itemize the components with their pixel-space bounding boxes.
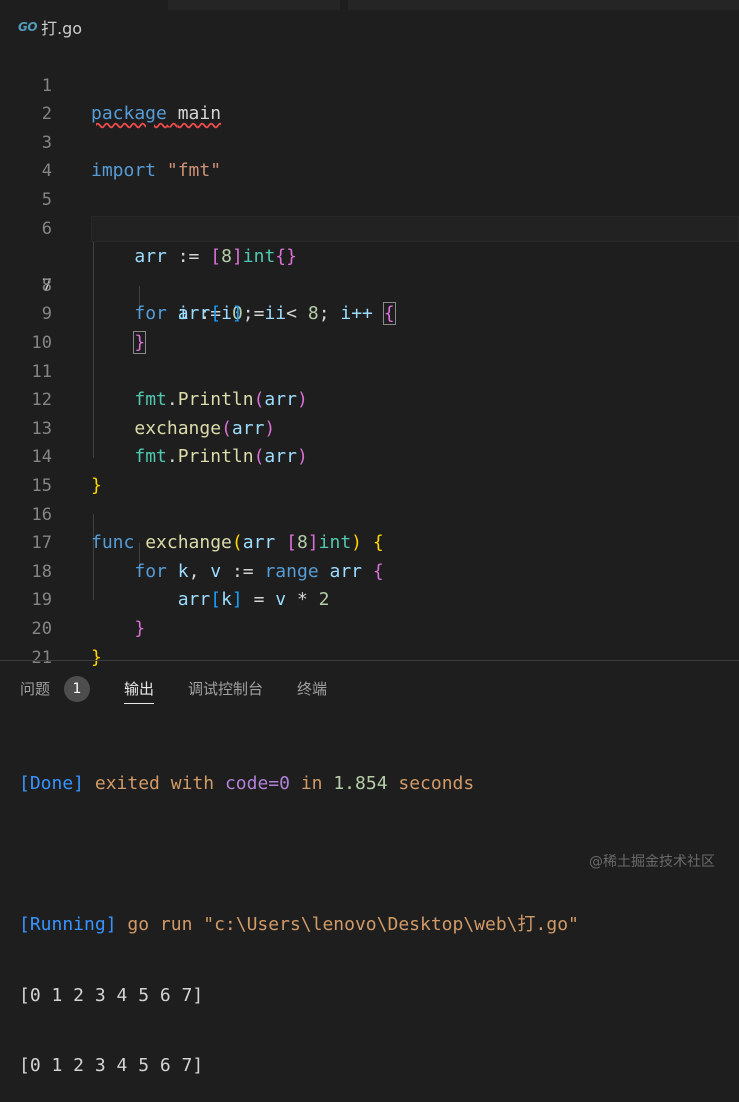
- code-editor[interactable]: 1 package main 2 3 import "fmt" 4 5 func…: [0, 43, 739, 668]
- output-text: exited with: [94, 773, 215, 794]
- output-line: [Done] exited with code=0 in 1.854 secon…: [19, 770, 579, 799]
- output-text: seconds: [398, 773, 475, 794]
- code-line: 11 fmt.Println(arr): [0, 329, 739, 411]
- code-line: 15: [0, 443, 739, 496]
- tab-label: 调试控制台: [188, 680, 264, 698]
- tab-label: 终端: [297, 680, 328, 698]
- output-line-blank: [19, 841, 579, 870]
- code-line: 20 }: [0, 586, 739, 668]
- done-tag: [Done]: [19, 773, 85, 794]
- tab-strip-segment: [348, 0, 739, 10]
- run-command: go run "c:\Users\lenovo\Desktop\web\打.go…: [127, 914, 579, 935]
- tab-problems[interactable]: 问题 1: [20, 661, 91, 716]
- tab-output[interactable]: 输出: [124, 661, 155, 716]
- code-line: 9 }: [0, 272, 739, 354]
- breadcrumb[interactable]: GO 打.go: [18, 14, 82, 40]
- tab-debug-console[interactable]: 调试控制台: [188, 661, 263, 716]
- code-line: 3 import "fmt": [0, 100, 739, 182]
- code-line: 16 func exchange(arr [8]int) {: [0, 472, 739, 554]
- code-line: 10: [0, 300, 739, 353]
- problems-count-badge: 1: [64, 675, 91, 702]
- tab-terminal[interactable]: 终端: [297, 661, 327, 716]
- elapsed-seconds: 1.854: [333, 773, 388, 794]
- output-panel[interactable]: [Done] exited with code=0 in 1.854 secon…: [19, 728, 579, 1102]
- output-text: in: [300, 773, 323, 794]
- code-line: 17 for k, v := range arr {: [0, 501, 739, 582]
- code-line: 18 arr[k] = v * 2: [0, 529, 739, 611]
- code-line: 6 arr := [8]int{}: [0, 186, 739, 268]
- code-line: 13 fmt.Println(arr): [0, 386, 739, 468]
- code-line: 21: [0, 615, 739, 668]
- exit-code: code=0: [224, 773, 290, 794]
- current-line-highlight: [91, 215, 739, 243]
- editor-tab-strip: [0, 0, 739, 10]
- watermark: @稀土掘金技术社区: [589, 854, 715, 870]
- code-line: 8 arr[i] = i: [0, 243, 739, 325]
- tab-label: 输出: [124, 680, 155, 698]
- output-line: [0 1 2 3 4 5 6 7]: [19, 1055, 204, 1076]
- code-line: 1 package main: [0, 43, 739, 125]
- panel-tabs: 问题 1 输出 调试控制台 终端: [0, 661, 739, 716]
- go-file-icon: GO: [18, 20, 38, 34]
- code-line: 5 func main() {: [0, 157, 739, 239]
- code-line: 12 exchange(arr): [0, 358, 739, 439]
- running-tag: [Running]: [19, 914, 117, 935]
- code-line-current: 7 for i := 0; i < 8; i++ {: [0, 215, 739, 326]
- output-line: [Running] go run "c:\Users\lenovo\Deskto…: [19, 911, 579, 940]
- tab-strip-segment: [168, 0, 340, 10]
- code-line: 14 }: [0, 415, 739, 496]
- code-line: 4: [0, 129, 739, 181]
- code-line: 19 }: [0, 558, 739, 639]
- output-line: [0 1 2 3 4 5 6 7]: [19, 984, 204, 1006]
- code-line: 2: [0, 72, 739, 124]
- breadcrumb-filename[interactable]: 打.go: [41, 15, 82, 39]
- tab-label: 问题: [20, 680, 51, 698]
